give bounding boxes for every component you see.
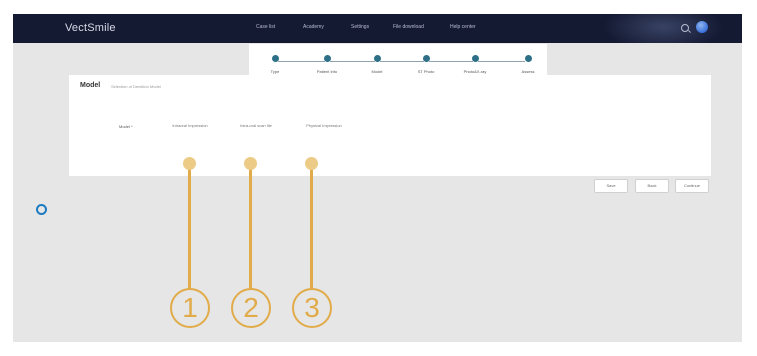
step-photo-xray[interactable]: Photo&X-ray [455,55,495,74]
model-form-card: Model Selection of Dentition Model Model… [69,75,711,176]
model-field-label: Model * [119,124,133,129]
step-label: Photo&X-ray [463,69,487,74]
top-navigation-bar: VectSmile Case list Academy Settings Fil… [13,14,742,43]
nav-settings[interactable]: Settings [351,24,369,30]
step-dot [373,55,381,62]
step-label: Assess [521,69,535,74]
option-intraoral-impression[interactable]: Intraoral Impression [164,120,216,132]
nav-case-list[interactable]: Case list [256,24,275,30]
callout-line [309,166,313,290]
callout-dot [304,157,318,170]
callout-dot [182,157,196,170]
step-model[interactable]: Model [357,55,397,74]
step-label: Type [270,69,280,74]
brand-logo[interactable]: VectSmile [65,22,116,34]
option-intraoral-scan-file[interactable]: Intra-oral scan file [232,120,280,132]
page-title: Model [80,82,101,89]
callout-line [187,166,191,290]
step-label: Model [371,69,383,74]
step-dot [323,55,331,62]
step-dot [422,55,430,62]
option-physical-impression[interactable]: Physical Impression [299,120,349,132]
callout-number-3: 3 [292,288,332,328]
step-label: Patient Info [316,69,338,74]
nav-help-center[interactable]: Help center [450,24,476,30]
step-st-photo[interactable]: ST Photo [406,55,446,74]
callout-number-1: 1 [170,288,210,328]
step-type[interactable]: Type [255,55,295,74]
back-button[interactable]: Back [635,179,669,193]
step-dot [271,55,279,62]
callout-line [248,166,252,290]
callout-number-2: 2 [231,288,271,328]
step-patient-info[interactable]: Patient Info [307,55,347,74]
app-window: VectSmile Case list Academy Settings Fil… [13,14,742,342]
save-button[interactable]: Save [594,179,628,193]
step-label: ST Photo [417,69,435,74]
search-icon[interactable] [681,24,689,32]
avatar[interactable] [696,21,708,33]
continue-button[interactable]: Continue [675,179,709,193]
callout-dot [243,157,257,170]
step-dot [471,55,479,62]
nav-academy[interactable]: Academy [303,24,324,30]
page-subtitle: Selection of Dentition Model [111,84,161,89]
nav-file-download[interactable]: File download [393,24,424,30]
step-dot [524,55,532,62]
step-assess[interactable]: Assess [508,55,548,74]
circle-marker-icon [36,204,47,215]
